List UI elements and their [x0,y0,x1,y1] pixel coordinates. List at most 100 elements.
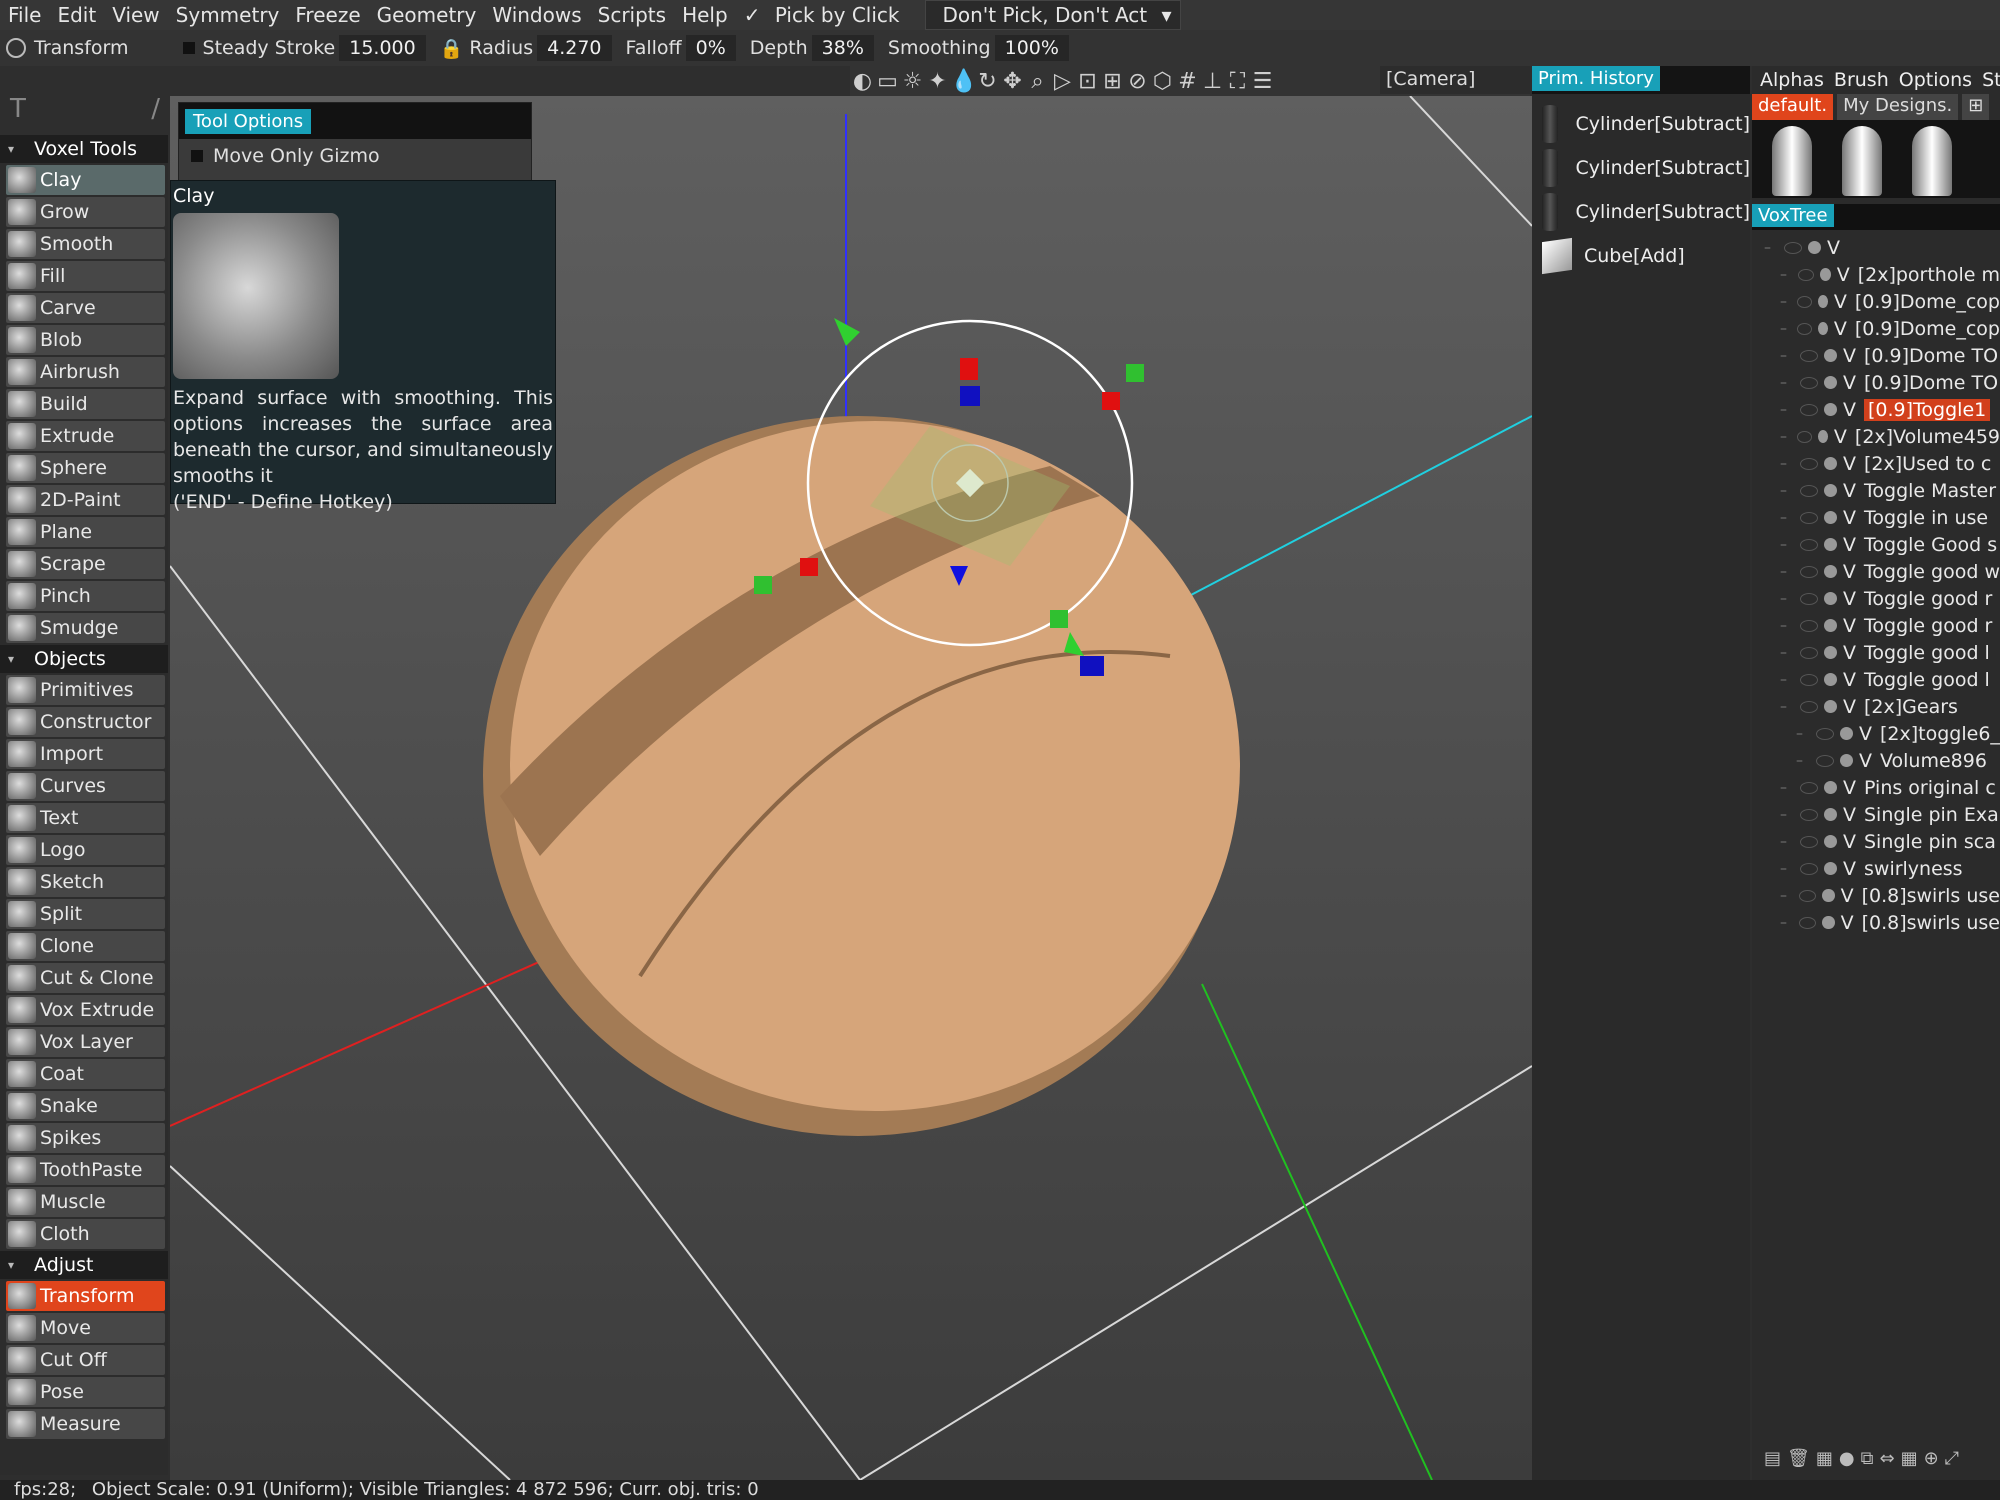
shader-dot-icon[interactable] [1824,835,1837,848]
menu-file[interactable]: File [0,3,49,27]
frame-icon[interactable]: ⛶ [1225,69,1250,94]
camera-dropdown[interactable]: [Camera]▾ [1380,66,1560,94]
tool-constructor[interactable]: Constructor [6,707,165,737]
tool-scrape[interactable]: Scrape [6,549,165,579]
merge-icon[interactable]: ⊕ [1924,1448,1939,1478]
expand-toggle-icon[interactable]: – [1780,267,1792,283]
expand-toggle-icon[interactable]: – [1780,645,1794,661]
voxtree-row[interactable]: – V Toggle good r [1752,612,2000,639]
expand-toggle-icon[interactable]: – [1780,321,1791,337]
play-icon[interactable]: ▷ [1050,69,1075,94]
steady-stroke-checkbox[interactable] [182,42,195,54]
section-header[interactable]: ▾ Objects [0,645,168,673]
section-header[interactable]: ▾ Adjust [0,1251,168,1279]
shader-dot-icon[interactable] [1817,430,1828,443]
shader-dot-icon[interactable] [1817,322,1828,335]
layers-icon[interactable]: ▤ [1764,1448,1781,1478]
history-item[interactable]: Cylinder[Subtract] [1532,190,1750,234]
tool-muscle[interactable]: Muscle [6,1187,165,1217]
voxtree-row[interactable]: – V [0.9]Toggle1 [1752,396,2000,423]
tool-carve[interactable]: Carve [6,293,165,323]
tool-options-tab[interactable]: Tool Options [185,109,312,134]
shader-dot-icon[interactable] [1840,754,1853,767]
tool-primitives[interactable]: Primitives [6,675,165,705]
pen-icon[interactable]: ⊞ [1100,69,1125,94]
menu-edit[interactable]: Edit [49,3,104,27]
tool-clone[interactable]: Clone [6,931,165,961]
eye-icon[interactable] [1797,322,1812,335]
expand-toggle-icon[interactable]: – [1780,375,1794,391]
expand-toggle-icon[interactable]: – [1780,591,1794,607]
eye-icon[interactable] [1800,700,1818,713]
alpha-thumbnail[interactable] [1772,126,1812,196]
eye-icon[interactable] [1800,403,1818,416]
voxtree-row[interactable]: – V [0.9]Dome TO [1752,369,2000,396]
shader-dot-icon[interactable] [1824,376,1837,389]
tool-transform[interactable]: Transform [6,1281,165,1311]
trash-icon[interactable]: 🗑 [1787,1448,1810,1478]
falloff-control[interactable]: Falloff 0% [626,35,736,61]
eye-icon[interactable] [1799,889,1817,902]
tab-options[interactable]: Options [1899,69,1972,91]
eye-icon[interactable] [1799,565,1818,578]
eye-icon[interactable] [1800,808,1818,821]
tool-airbrush[interactable]: Airbrush [6,357,165,387]
expand-toggle-icon[interactable]: – [1780,510,1794,526]
expand-toggle-icon[interactable]: – [1780,861,1794,877]
tool-text[interactable]: Text [6,803,165,833]
tool-grow[interactable]: Grow [6,197,165,227]
depth-value[interactable]: 38% [811,35,874,61]
copy-icon[interactable]: ⧉ [1861,1448,1874,1478]
menu-geometry[interactable]: Geometry [369,3,485,27]
tool-curves[interactable]: Curves [6,771,165,801]
expand-toggle-icon[interactable]: – [1780,402,1794,418]
eye-icon[interactable] [1800,484,1818,497]
voxtree-row[interactable]: – V Single pin sca [1752,828,2000,855]
voxtree-row[interactable]: – V [0.9]Dome TO [1752,342,2000,369]
eye-icon[interactable] [1800,646,1818,659]
expand-toggle-icon[interactable]: – [1780,699,1794,715]
tool-vox-extrude[interactable]: Vox Extrude [6,995,165,1025]
expand-toggle-icon[interactable]: – [1780,348,1794,364]
shader-dot-icon[interactable] [1824,349,1837,362]
tool-smudge[interactable]: Smudge [6,613,165,643]
eye-icon[interactable] [1800,457,1818,470]
tab-alphas[interactable]: Alphas [1760,69,1824,91]
shader-dot-icon[interactable] [1824,592,1837,605]
voxtree-row[interactable]: – V Toggle good l [1752,639,2000,666]
radius-control[interactable]: 🔒 Radius 4.270 [440,35,612,61]
voxtree-row[interactable]: – V [2x]Gears [1752,693,2000,720]
expand-toggle-icon[interactable]: – [1780,834,1794,850]
voxtree-row[interactable]: – V Toggle good w [1752,558,2000,585]
grid-icon[interactable]: ▦ [1901,1448,1918,1478]
tool-toothpaste[interactable]: ToothPaste [6,1155,165,1185]
eye-icon[interactable] [1800,862,1818,875]
expand-toggle-icon[interactable]: – [1796,753,1810,769]
voxtree-row[interactable]: – V [2x]Volume459 [1752,423,2000,450]
tool-import[interactable]: Import [6,739,165,769]
eye-icon[interactable] [1800,781,1818,794]
tool-measure[interactable]: Measure [6,1409,165,1439]
eye-icon[interactable] [1800,835,1818,848]
eye-icon[interactable] [1816,754,1834,767]
steady-stroke-control[interactable]: Steady Stroke 15.000 [182,35,426,61]
brush-icon[interactable]: / [151,94,160,124]
tool-2d-paint[interactable]: 2D-Paint [6,485,165,515]
voxtree-row[interactable]: – V [2x]Used to c [1752,450,2000,477]
expand-toggle-icon[interactable]: – [1780,807,1794,823]
pick-by-click-checkbox[interactable]: ✓ Pick by Click [736,3,916,27]
expand-icon[interactable]: ⤢ [1945,1448,1959,1478]
expand-toggle-icon[interactable]: – [1780,456,1794,472]
pick-mode-dropdown[interactable]: Don't Pick, Don't Act ▾ [925,0,1181,30]
add-icon[interactable]: ⊞ [1962,94,1990,120]
tool-pose[interactable]: Pose [6,1377,165,1407]
expand-toggle-icon[interactable]: – [1780,483,1794,499]
falloff-value[interactable]: 0% [685,35,736,61]
forbidden-icon[interactable]: ⊘ [1125,69,1150,94]
alpha-thumbnail[interactable] [1912,126,1952,196]
shader-dot-icon[interactable] [1824,673,1837,686]
tool-cut-clone[interactable]: Cut & Clone [6,963,165,993]
eye-icon[interactable] [1800,592,1818,605]
tool-fill[interactable]: Fill [6,261,165,291]
tool-logo[interactable]: Logo [6,835,165,865]
